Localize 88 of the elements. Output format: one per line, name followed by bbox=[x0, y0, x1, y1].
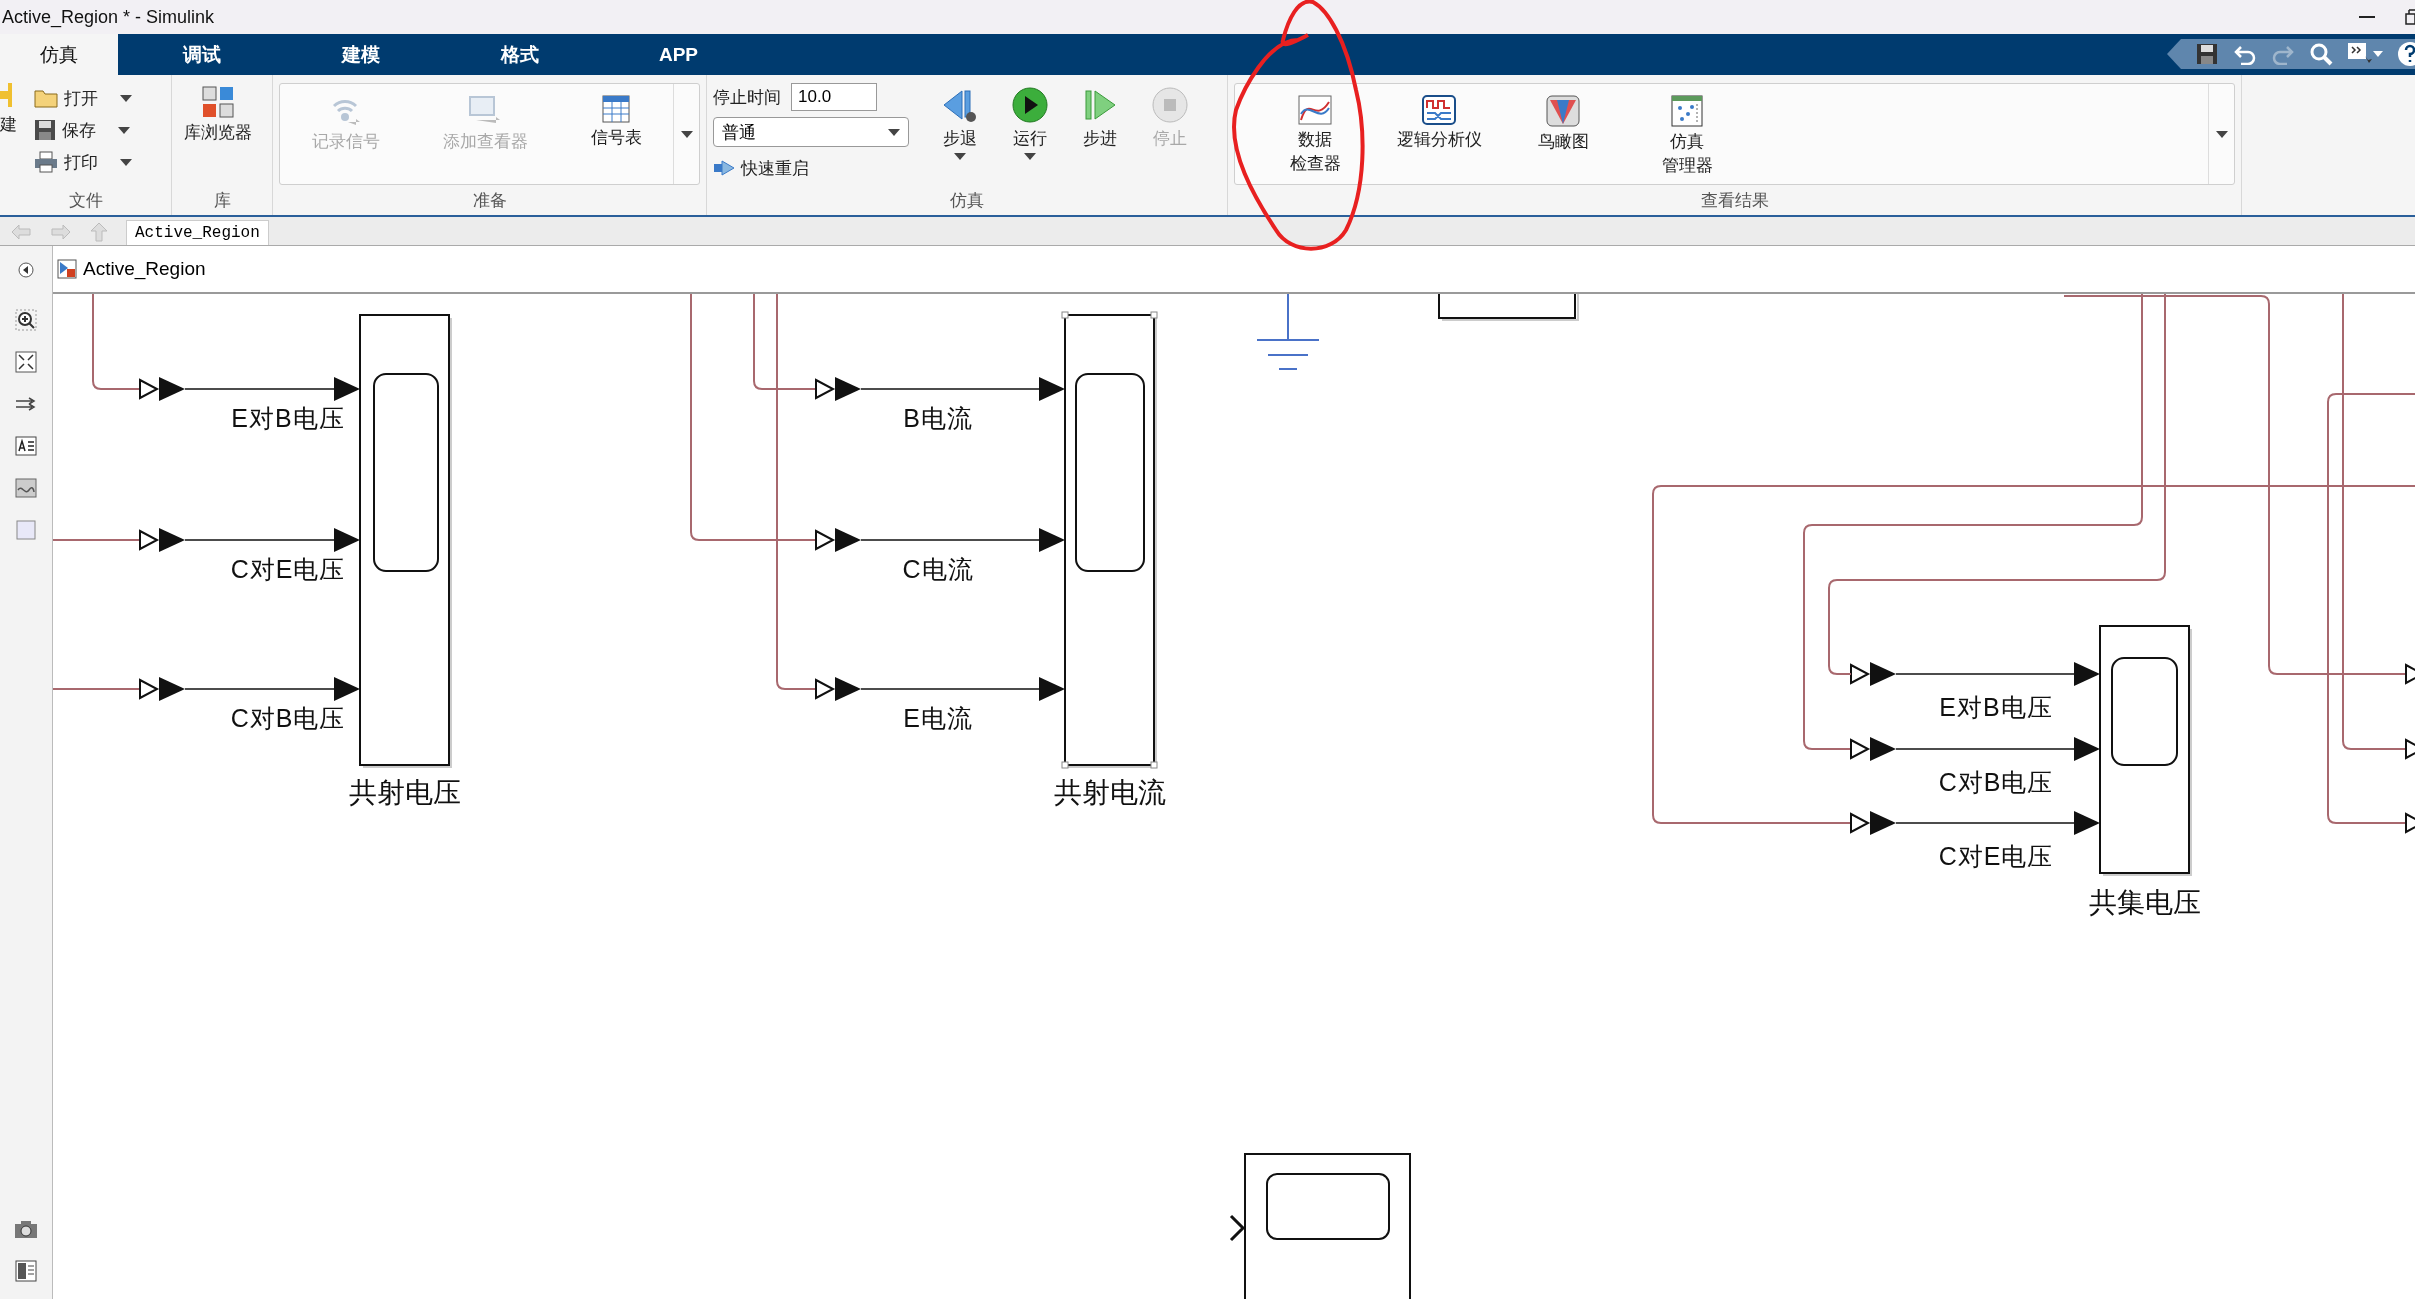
signal-label: C电流 bbox=[902, 555, 974, 583]
stop-icon bbox=[1150, 85, 1190, 125]
play-icon bbox=[1010, 85, 1050, 125]
scope-block[interactable] bbox=[1244, 1153, 1411, 1299]
scope-block[interactable] bbox=[2099, 625, 2192, 876]
dropdown-caret-icon bbox=[1024, 153, 1036, 160]
annotation-icon[interactable] bbox=[14, 434, 38, 458]
gallery-button[interactable]: 逻辑分析仪 bbox=[1389, 92, 1489, 152]
mode-dropdown[interactable]: 普通 bbox=[713, 117, 909, 147]
scope-block[interactable] bbox=[359, 314, 452, 768]
group-title: 仿真 bbox=[949, 190, 985, 212]
caret-icon bbox=[2215, 130, 2228, 138]
scope-block[interactable] bbox=[1061, 311, 1158, 769]
model-icon bbox=[57, 259, 77, 279]
from-tag bbox=[815, 528, 861, 552]
stop-time-field[interactable]: 10.0 bbox=[791, 83, 877, 111]
minimize-icon[interactable] bbox=[2359, 15, 2375, 19]
ribbon-tab[interactable]: APP bbox=[599, 34, 758, 75]
dropdown-caret-icon bbox=[954, 153, 966, 160]
gallery-button[interactable]: 仿真 管理器 bbox=[1637, 92, 1737, 178]
group-title: 准备 bbox=[471, 190, 508, 212]
image-icon[interactable] bbox=[14, 476, 38, 500]
signal-label: C对E电压 bbox=[230, 555, 346, 583]
caret-icon bbox=[888, 128, 900, 136]
group-title: 文件 bbox=[67, 190, 104, 212]
group-title: 查看结果 bbox=[1699, 190, 1770, 212]
fast-restart-button[interactable]: 快速重启 bbox=[713, 153, 923, 183]
waveform-icon bbox=[1421, 94, 1457, 126]
fan-view-icon bbox=[1545, 94, 1581, 128]
ribbon-tab[interactable]: 仿真 bbox=[0, 34, 118, 75]
ribbon-tab[interactable]: 格式 bbox=[440, 34, 599, 75]
library-grid-icon bbox=[201, 85, 235, 119]
input-port-chevron bbox=[1229, 1214, 1246, 1242]
signal-label: C对B电压 bbox=[1938, 768, 2054, 796]
signal-label: E电流 bbox=[903, 704, 973, 732]
block-name: 共射电压 bbox=[348, 777, 461, 808]
block-name: 共集电压 bbox=[2088, 887, 2201, 918]
printer-icon bbox=[34, 151, 58, 173]
signal-label: C对B电压 bbox=[230, 704, 346, 732]
window-title: Active_Region * - Simulink bbox=[2, 6, 215, 28]
toolbar-button[interactable]: 库浏览器 bbox=[178, 83, 258, 189]
search-icon[interactable] bbox=[2309, 42, 2333, 66]
plus-icon bbox=[0, 83, 12, 107]
zoom-icon[interactable] bbox=[14, 308, 38, 332]
toolbar-button[interactable]: 步退 bbox=[927, 83, 993, 189]
undo-icon[interactable] bbox=[2233, 43, 2257, 65]
property-panel-icon[interactable] bbox=[14, 1259, 38, 1283]
signal-label: E对B电压 bbox=[1939, 693, 2053, 721]
table-icon bbox=[601, 94, 631, 124]
dot-grid-window-icon bbox=[1670, 94, 1704, 128]
from-tag bbox=[1850, 737, 1896, 761]
save-icon[interactable] bbox=[2195, 42, 2219, 66]
fit-view-icon[interactable] bbox=[14, 350, 38, 374]
caret-icon bbox=[120, 158, 132, 166]
signal-label: B电流 bbox=[903, 404, 973, 432]
gallery-button[interactable]: 鸟瞰图 bbox=[1513, 92, 1613, 154]
group-title: 库 bbox=[212, 190, 232, 212]
from-tag bbox=[139, 528, 185, 552]
signal-label: C对E电压 bbox=[1938, 842, 2054, 870]
from-tag bbox=[1850, 811, 1896, 835]
model-path: Active_Region bbox=[83, 258, 206, 280]
gallery-button[interactable]: 数据 检查器 bbox=[1265, 92, 1365, 176]
folder-icon bbox=[34, 87, 58, 109]
gallery-button[interactable]: 信号表 bbox=[584, 92, 648, 150]
from-tag bbox=[815, 677, 861, 701]
ribbon-tab[interactable]: 调试 bbox=[122, 34, 281, 75]
from-tag bbox=[1850, 662, 1896, 686]
toolbar-button[interactable]: 运行 bbox=[997, 83, 1063, 189]
restore-icon[interactable] bbox=[2405, 9, 2415, 25]
from-tag bbox=[139, 677, 185, 701]
help-icon[interactable] bbox=[2397, 41, 2415, 67]
menu-split-button[interactable]: 打印 bbox=[34, 147, 132, 177]
menu-split-button[interactable]: 保存 bbox=[34, 115, 132, 145]
from-tag bbox=[139, 377, 185, 401]
from-tag bbox=[815, 377, 861, 401]
stop-time-label: 停止时间 bbox=[713, 86, 781, 109]
caret-icon bbox=[680, 130, 693, 138]
caret-icon bbox=[118, 126, 130, 134]
toolbar-button[interactable]: 步进 bbox=[1067, 83, 1133, 189]
fast-restart-icon bbox=[713, 159, 735, 177]
menu-split-button[interactable]: 打开 bbox=[34, 83, 132, 113]
new-button[interactable]: 建 bbox=[0, 83, 20, 189]
caret-icon bbox=[120, 94, 132, 102]
signal-label: E对B电压 bbox=[231, 404, 345, 432]
model-tab[interactable]: Active_Region bbox=[126, 220, 269, 245]
ribbon-tab[interactable]: 建模 bbox=[281, 34, 440, 75]
line-graph-icon bbox=[1297, 94, 1333, 126]
block-name: 共射电流 bbox=[1053, 777, 1166, 808]
